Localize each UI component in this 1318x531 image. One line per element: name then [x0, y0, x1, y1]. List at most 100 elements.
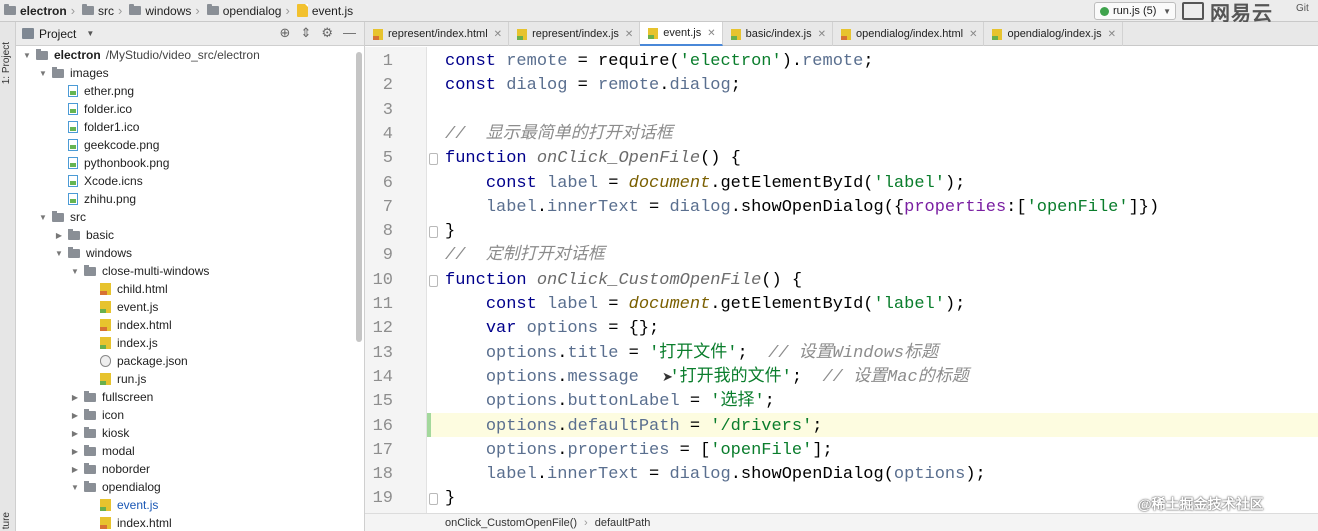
- breadcrumb-label: windows: [145, 3, 192, 18]
- tree-item-label: noborder: [102, 462, 151, 476]
- ide-window: electron › src › windows › opendialog › event.js…: [0, 0, 1318, 531]
- tree-item[interactable]: ▼ src: [38, 208, 86, 226]
- tree-item[interactable]: ▼ opendialog: [70, 478, 161, 496]
- tree-item[interactable]: Xcode.icns: [54, 172, 143, 190]
- close-icon[interactable]: ✕: [494, 29, 502, 40]
- tree-item[interactable]: geekcode.png: [54, 136, 159, 154]
- code-token: ;: [863, 52, 874, 71]
- tree-item-label: fullscreen: [102, 390, 154, 404]
- close-icon[interactable]: ✕: [818, 29, 826, 40]
- code-line: label.innerText = dialog.showOpenDialog(…: [445, 463, 986, 487]
- breadcrumb-item[interactable]: event.js: [293, 0, 355, 22]
- tab-label: represent/index.html: [388, 28, 488, 40]
- editor-tab[interactable]: basic/index.js ✕: [723, 22, 834, 46]
- html-file-icon: [100, 517, 111, 529]
- tree-item-label: folder.ico: [84, 102, 133, 116]
- line-number: 13: [372, 343, 393, 363]
- close-icon[interactable]: ✕: [625, 29, 633, 40]
- chevron-down-icon[interactable]: ▼: [22, 51, 32, 60]
- tree-item-label: electron: [54, 48, 101, 62]
- tree-item[interactable]: ▼ images: [38, 64, 109, 82]
- tree-item[interactable]: folder1.ico: [54, 118, 139, 136]
- fold-icon[interactable]: [429, 153, 438, 166]
- chevron-down-icon[interactable]: ▼: [70, 267, 80, 276]
- tree-item[interactable]: folder.ico: [54, 100, 132, 118]
- code-token: label: [547, 173, 599, 193]
- structure-tool-button[interactable]: ture: [1, 512, 12, 529]
- breadcrumb-item[interactable]: opendialog: [203, 0, 284, 22]
- chevron-down-icon[interactable]: ▼: [38, 213, 48, 222]
- run-config-select[interactable]: run.js (5) ▼: [1094, 2, 1176, 20]
- close-icon[interactable]: ✕: [707, 28, 715, 39]
- tree-item[interactable]: index.html: [86, 514, 172, 531]
- editor-tab[interactable]: opendialog/index.html ✕: [833, 22, 985, 46]
- breadcrumb-item[interactable]: src: [78, 0, 116, 22]
- scrollbar[interactable]: [356, 52, 362, 342]
- status-crumb[interactable]: defaultPath: [595, 517, 651, 529]
- tree-item[interactable]: ▶ noborder: [70, 460, 150, 478]
- close-icon[interactable]: ✕: [1108, 29, 1116, 40]
- chevron-down-icon[interactable]: ▼: [54, 249, 64, 258]
- chevron-down-icon[interactable]: ▼: [86, 29, 94, 38]
- editor-tab[interactable]: represent/index.html ✕: [365, 22, 510, 46]
- editor-tab[interactable]: opendialog/index.js ✕: [984, 22, 1124, 46]
- gear-icon[interactable]: ⚙: [321, 25, 333, 41]
- project-panel-title[interactable]: Project: [39, 27, 76, 41]
- tree-item[interactable]: ▼ close-multi-windows: [70, 262, 209, 280]
- fold-icon[interactable]: [429, 226, 438, 239]
- hide-icon[interactable]: —: [343, 25, 356, 41]
- tree-item[interactable]: ▶ basic: [54, 226, 114, 244]
- code-line: // 显示最简单的打开对话框: [445, 123, 673, 147]
- breadcrumb-item[interactable]: electron: [0, 0, 69, 22]
- locate-icon[interactable]: ⊕: [280, 25, 291, 41]
- code-token: dialog: [669, 465, 731, 485]
- tree-item[interactable]: zhihu.png: [54, 190, 136, 208]
- breadcrumb-item[interactable]: windows: [125, 0, 193, 22]
- chevron-down-icon[interactable]: ▼: [70, 483, 80, 492]
- fold-icon[interactable]: [429, 493, 438, 506]
- tree-item[interactable]: ▶ icon: [70, 406, 124, 424]
- code-token: .: [710, 295, 721, 314]
- tree-item-label: pythonbook.png: [84, 156, 170, 170]
- chevron-down-icon[interactable]: ▼: [38, 69, 48, 78]
- chevron-right-icon[interactable]: ▶: [70, 393, 80, 402]
- project-tool-button[interactable]: 1: Project: [1, 42, 12, 84]
- folder-icon: [84, 264, 96, 276]
- tree-item[interactable]: package.json: [86, 352, 188, 370]
- git-button[interactable]: Git: [1296, 3, 1309, 14]
- code-editor[interactable]: 1 2 3 4 5 6 7 8 9 10 11 12 13 14 15 16 17 18 19 const remo…: [365, 47, 1318, 513]
- code-token: '打开我的文件': [669, 367, 792, 387]
- collapse-icon[interactable]: ⇕: [300, 25, 311, 41]
- tree-item[interactable]: run.js: [86, 370, 146, 388]
- chevron-right-icon[interactable]: ▶: [54, 231, 64, 240]
- tree-item[interactable]: ▼ electron/MyStudio/video_src/electron: [22, 46, 260, 64]
- tree-item[interactable]: index.js: [86, 334, 158, 352]
- tree-item-label: opendialog: [102, 480, 161, 494]
- code-token: }: [445, 489, 456, 509]
- code-token: .: [557, 392, 568, 412]
- chevron-right-icon[interactable]: ▶: [70, 411, 80, 420]
- line-number: 19: [372, 489, 393, 509]
- tree-item[interactable]: ▶ modal: [70, 442, 135, 460]
- editor-tab[interactable]: represent/index.js ✕: [509, 22, 641, 46]
- tree-item[interactable]: index.html: [86, 316, 172, 334]
- chevron-right-icon[interactable]: ▶: [70, 447, 80, 456]
- tree-item[interactable]: ▶ fullscreen: [70, 388, 153, 406]
- editor-tab[interactable]: event.js ✕: [640, 22, 723, 46]
- chevron-right-icon[interactable]: ▶: [70, 429, 80, 438]
- tree-item[interactable]: event.js: [86, 298, 158, 316]
- chevron-right-icon[interactable]: ▶: [70, 465, 80, 474]
- code-token: options: [485, 367, 558, 387]
- status-crumb[interactable]: onClick_CustomOpenFile(): [445, 517, 577, 529]
- chevron-down-icon: ▼: [1163, 6, 1171, 16]
- tree-item[interactable]: ▶ kiosk: [70, 424, 129, 442]
- tree-item[interactable]: event.js: [86, 496, 158, 514]
- tree-item[interactable]: ether.png: [54, 82, 134, 100]
- tree-item[interactable]: child.html: [86, 280, 168, 298]
- fold-icon[interactable]: [429, 274, 438, 287]
- tree-item[interactable]: ▼ windows: [54, 244, 132, 262]
- close-icon[interactable]: ✕: [969, 29, 977, 40]
- tree-item[interactable]: pythonbook.png: [54, 154, 169, 172]
